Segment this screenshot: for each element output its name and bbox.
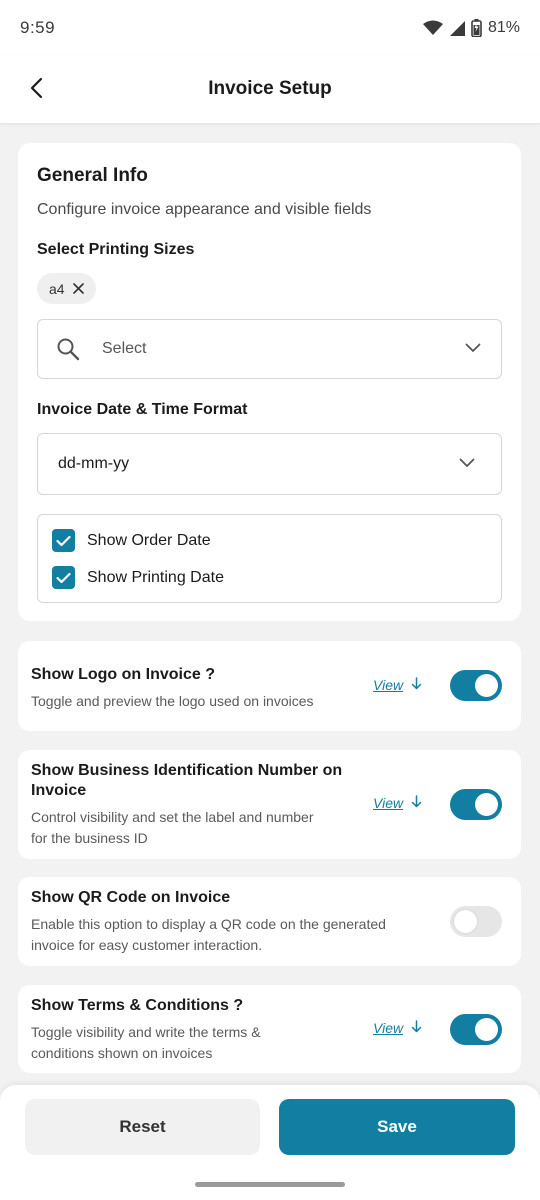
date-format-value: dd-mm-yy bbox=[58, 455, 130, 472]
option-title: Show QR Code on Invoice bbox=[31, 889, 231, 906]
option-description-line1: Toggle visibility and write the terms & bbox=[31, 1024, 261, 1040]
logo-toggle[interactable] bbox=[450, 670, 502, 701]
signal-icon bbox=[449, 20, 465, 36]
arrow-down-icon bbox=[411, 677, 422, 693]
view-link-label: View bbox=[373, 795, 404, 811]
close-icon[interactable] bbox=[72, 283, 84, 294]
option-description-line2: invoice for easy customer interaction. bbox=[31, 937, 263, 953]
battery-level: 81% bbox=[487, 19, 520, 36]
option-description-line2: for the business ID bbox=[31, 830, 148, 846]
select-placeholder: Select bbox=[102, 340, 147, 357]
general-info-subtitle: Configure invoice appearance and visible… bbox=[37, 201, 372, 218]
view-business-id-link[interactable]: View bbox=[373, 795, 422, 811]
option-description-line1: Control visibility and set the label and… bbox=[31, 809, 314, 825]
arrow-down-icon bbox=[411, 1020, 422, 1036]
checkbox-checked[interactable] bbox=[52, 566, 75, 589]
chevron-down-icon bbox=[459, 455, 475, 473]
show-printing-date-label: Show Printing Date bbox=[87, 568, 224, 586]
toggle-knob bbox=[454, 910, 477, 933]
save-button[interactable]: Save bbox=[279, 1099, 515, 1155]
view-terms-link[interactable]: View bbox=[373, 1020, 422, 1036]
option-card-business-id: Show Business Identification Number on I… bbox=[18, 750, 521, 859]
option-description-line2: conditions shown on invoices bbox=[31, 1045, 213, 1061]
home-indicator[interactable] bbox=[195, 1182, 345, 1187]
general-info-title: General Info bbox=[37, 165, 148, 186]
wifi-icon bbox=[422, 20, 443, 36]
date-format-label: Invoice Date & Time Format bbox=[37, 401, 248, 418]
option-title-line1: Show Business Identification Number on bbox=[31, 762, 343, 779]
app-header: Invoice Setup bbox=[0, 56, 540, 124]
bottom-action-bar: Reset Save bbox=[0, 1085, 540, 1200]
option-description: Toggle and preview the logo used on invo… bbox=[31, 693, 314, 709]
arrow-down-icon bbox=[411, 795, 422, 811]
toggle-knob bbox=[475, 674, 498, 697]
printing-sizes-label: Select Printing Sizes bbox=[37, 241, 195, 258]
view-link-label: View bbox=[373, 1020, 404, 1036]
toggle-knob bbox=[475, 1018, 498, 1041]
date-checkbox-group: Show Order Date Show Printing Date bbox=[37, 514, 502, 603]
option-card-terms: Show Terms & Conditions ? Toggle visibil… bbox=[18, 985, 521, 1073]
option-description-line1: Enable this option to display a QR code … bbox=[31, 916, 386, 932]
show-order-date-label: Show Order Date bbox=[87, 531, 211, 549]
view-logo-link[interactable]: View bbox=[373, 677, 422, 693]
status-time: 9:59 bbox=[20, 18, 56, 37]
chevron-down-icon bbox=[465, 340, 481, 358]
printing-size-chip: a4 bbox=[37, 273, 96, 304]
view-link-label: View bbox=[373, 677, 404, 693]
chip-label: a4 bbox=[49, 280, 65, 297]
toggle-knob bbox=[475, 793, 498, 816]
option-title-line2: Invoice bbox=[31, 782, 87, 799]
qr-code-toggle[interactable] bbox=[450, 906, 502, 937]
page-title: Invoice Setup bbox=[208, 78, 332, 99]
terms-toggle[interactable] bbox=[450, 1014, 502, 1045]
checkbox-checked[interactable] bbox=[52, 529, 75, 552]
option-card-qr-code: Show QR Code on Invoice Enable this opti… bbox=[18, 877, 521, 966]
option-title: Show Logo on Invoice ? bbox=[31, 666, 215, 683]
option-card-logo: Show Logo on Invoice ? Toggle and previe… bbox=[18, 641, 521, 731]
status-bar: 9:59 81% bbox=[0, 0, 540, 56]
date-format-select[interactable]: dd-mm-yy bbox=[37, 433, 502, 495]
general-info-card: General Info Configure invoice appearanc… bbox=[18, 143, 521, 621]
printing-size-select[interactable]: Select bbox=[37, 319, 502, 379]
show-printing-date-row[interactable]: Show Printing Date bbox=[52, 566, 224, 589]
search-icon bbox=[56, 337, 80, 366]
show-order-date-row[interactable]: Show Order Date bbox=[52, 529, 211, 552]
business-id-toggle[interactable] bbox=[450, 789, 502, 820]
reset-button[interactable]: Reset bbox=[25, 1099, 260, 1155]
option-title: Show Terms & Conditions ? bbox=[31, 997, 244, 1014]
status-icons: 81% bbox=[422, 19, 520, 37]
battery-icon bbox=[471, 19, 482, 37]
